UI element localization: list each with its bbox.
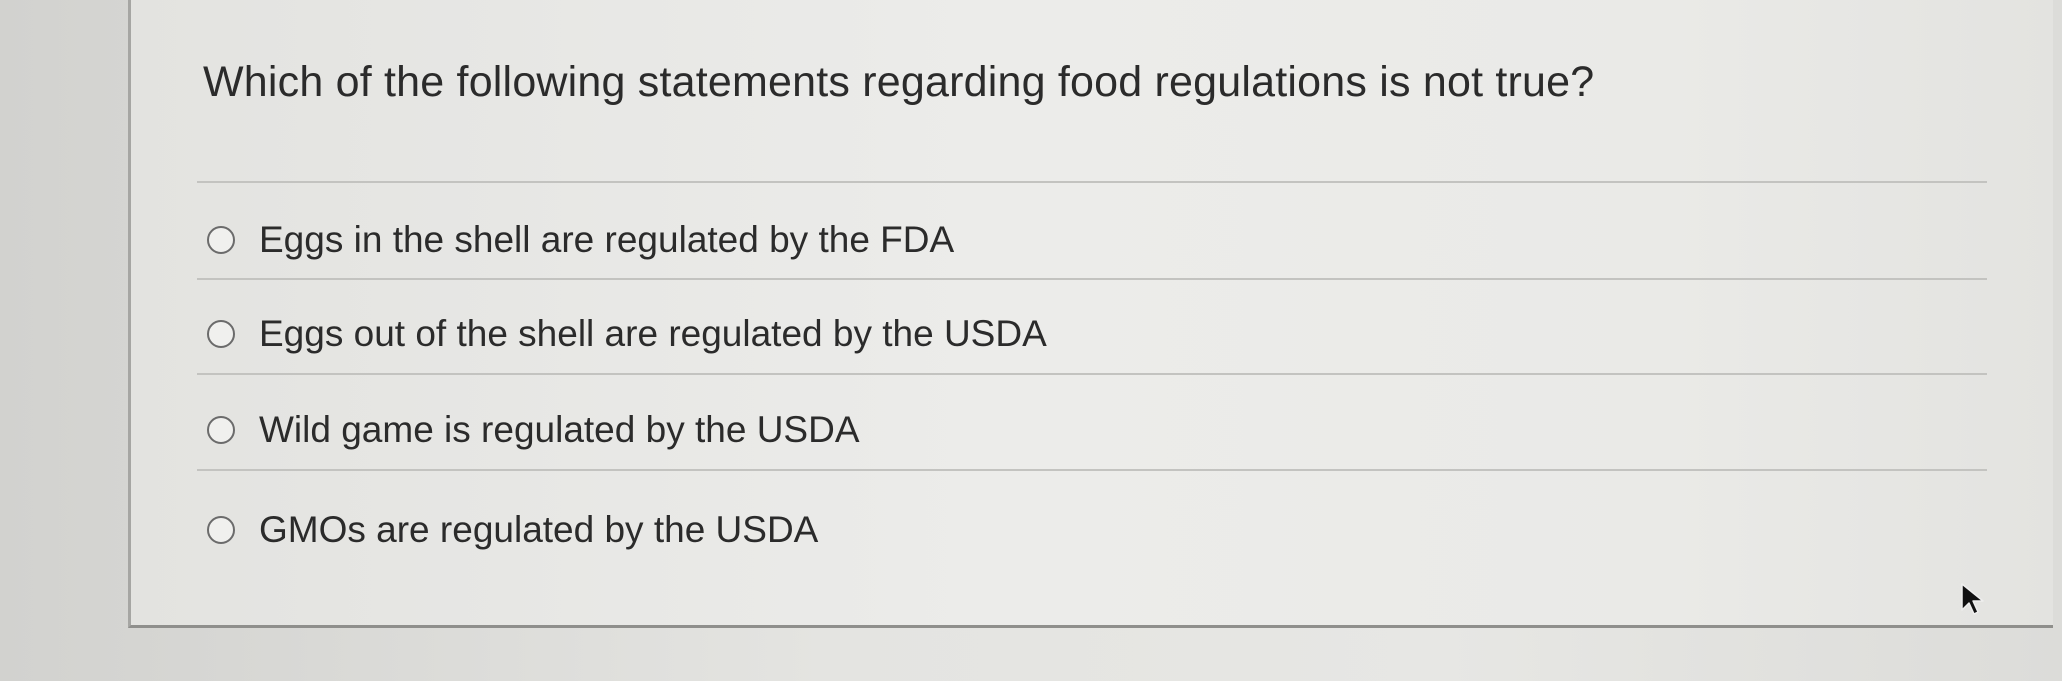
answer-option-label: Wild game is regulated by the USDA <box>259 409 860 450</box>
question-card: Which of the following statements regard… <box>128 0 2053 628</box>
radio-button-icon[interactable] <box>207 416 235 444</box>
answer-option-label: Eggs out of the shell are regulated by t… <box>259 313 1047 354</box>
question-text: Which of the following statements regard… <box>203 58 1595 106</box>
option-divider <box>197 373 1987 375</box>
answer-option-2[interactable]: Eggs out of the shell are regulated by t… <box>207 304 1047 364</box>
option-divider <box>197 469 1987 471</box>
radio-button-icon[interactable] <box>207 320 235 348</box>
radio-button-icon[interactable] <box>207 516 235 544</box>
answer-option-label: Eggs in the shell are regulated by the F… <box>259 219 955 260</box>
question-divider <box>197 181 1987 183</box>
mouse-pointer-icon <box>1961 583 1984 615</box>
option-divider <box>197 278 1987 280</box>
answer-option-1[interactable]: Eggs in the shell are regulated by the F… <box>207 210 954 270</box>
answer-option-label: GMOs are regulated by the USDA <box>259 509 819 550</box>
answer-option-4[interactable]: GMOs are regulated by the USDA <box>207 500 818 560</box>
radio-button-icon[interactable] <box>207 226 235 254</box>
answer-option-3[interactable]: Wild game is regulated by the USDA <box>207 400 860 460</box>
